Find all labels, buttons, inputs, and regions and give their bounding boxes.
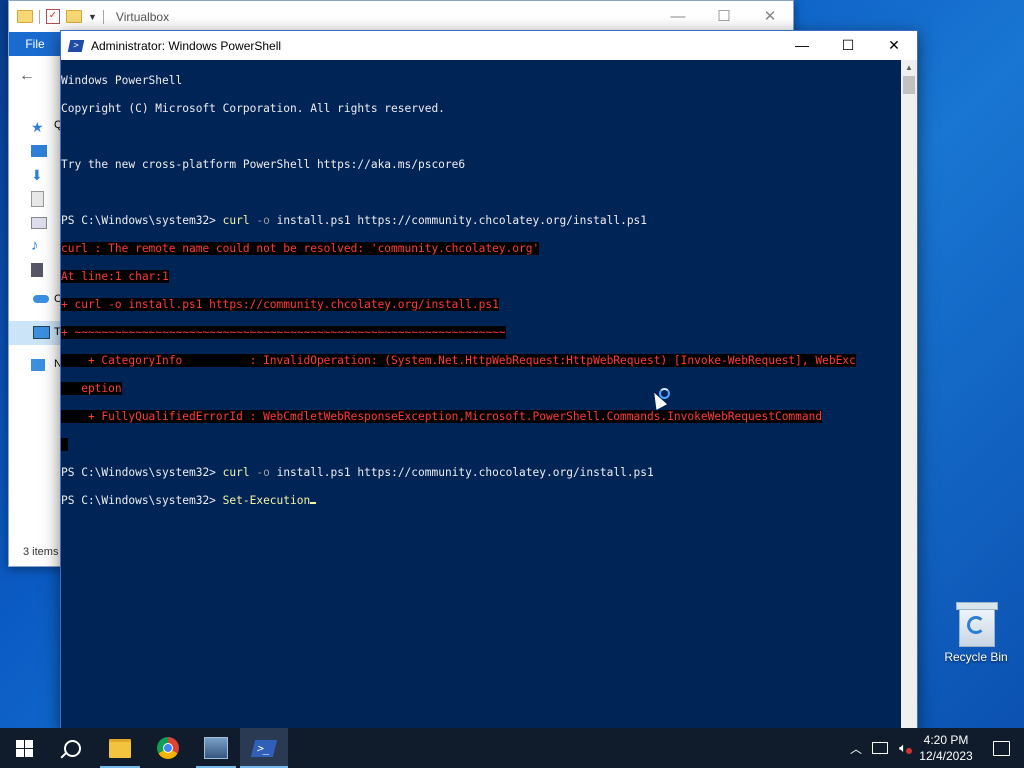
prompt: PS C:\Windows\system32> [61,466,223,479]
separator [39,9,40,24]
error-text: At line:1 char:1 [61,270,169,283]
documents-icon[interactable] [31,191,44,207]
star-icon[interactable]: ★ [31,119,49,135]
videos-icon[interactable] [31,263,43,277]
quick-access-toolbar: ✓ ▼ [9,9,104,24]
clock-time: 4:20 PM [923,733,969,747]
system-tray: ︿ 🔈︎ 4:20 PM 12/4/2023 [844,728,1024,768]
search-button[interactable] [48,728,96,768]
error-line: + FullyQualifiedErrorId : WebCmdletWebRe… [61,410,901,424]
music-icon[interactable]: ♪ [31,237,49,254]
explorer-minimize-button[interactable]: — [655,1,701,32]
separator [102,9,104,24]
taskbar: >_ ︿ 🔈︎ 4:20 PM 12/4/2023 [0,728,1024,768]
error-line [61,438,901,452]
explorer-maximize-button[interactable]: ☐ [701,1,747,32]
current-command-line[interactable]: PS C:\Windows\system32> Set-Execution [61,494,901,508]
typed-command[interactable]: Set-Execution [223,494,311,507]
search-icon [63,739,81,757]
taskbar-chrome[interactable] [144,728,192,768]
recycle-bin[interactable]: Recycle Bin [940,600,1012,664]
error-text: + CategoryInfo : InvalidOperation: (Syst… [61,354,856,367]
action-center-button[interactable] [978,740,1024,756]
command-line: PS C:\Windows\system32> curl -o install.… [61,466,901,480]
clock[interactable]: 4:20 PM 12/4/2023 [914,732,978,764]
new-folder-icon[interactable] [66,10,82,23]
powershell-icon: > [67,39,85,52]
error-line: eption [61,382,901,396]
network-icon[interactable] [31,359,45,371]
prompt: PS C:\Windows\system32> [61,214,223,227]
error-line: At line:1 char:1 [61,270,901,284]
folder-icon[interactable] [17,10,33,23]
taskbar-installer[interactable] [192,728,240,768]
close-button[interactable]: ✕ [871,31,917,60]
scrollbar-thumb[interactable] [903,76,915,94]
console-output[interactable]: Windows PowerShell Copyright (C) Microso… [61,60,901,731]
explorer-titlebar[interactable]: ✓ ▼ Virtualbox — ☐ ✕ [9,1,793,32]
command-args: install.ps1 https://community.chcolatey.… [269,214,648,227]
explorer-title: Virtualbox [115,9,170,24]
chrome-icon [157,737,179,759]
windows-logo-icon [15,739,33,757]
pictures-icon[interactable] [31,217,47,229]
sidebar-item-this-pc[interactable]: T [9,321,61,345]
downloads-icon[interactable]: ⬇ [31,167,49,183]
clock-date: 12/4/2023 [919,749,973,763]
console-line: Try the new cross-platform PowerShell ht… [61,158,466,171]
console-line: Windows PowerShell [61,74,183,87]
taskbar-file-explorer[interactable] [96,728,144,768]
error-line: + CategoryInfo : InvalidOperation: (Syst… [61,354,901,368]
back-arrow-icon[interactable]: ← [19,67,35,85]
customize-toolbar-icon[interactable]: ▼ [88,12,97,22]
console-line: Copyright (C) Microsoft Corporation. All… [61,102,445,115]
error-text: + ~~~~~~~~~~~~~~~~~~~~~~~~~~~~~~~~~~~~~~… [61,326,506,339]
command-name: curl [222,466,250,479]
network-icon[interactable] [868,742,892,754]
command-flag: -o [256,466,270,479]
error-line: + curl -o install.ps1 https://community.… [61,298,901,312]
recycle-bin-label: Recycle Bin [944,650,1008,664]
onedrive-icon[interactable] [33,295,49,303]
command-name: curl [222,214,250,227]
error-text-blank [61,438,68,451]
prompt: PS C:\Windows\system32> [61,494,223,507]
error-line: curl : The remote name could not be reso… [61,242,901,256]
error-text: + curl -o install.ps1 https://community.… [61,298,499,311]
volume-icon[interactable]: 🔈︎ [892,740,914,756]
minimize-button[interactable]: — [779,31,825,60]
recycle-bin-icon [956,602,998,647]
start-button[interactable] [0,728,48,768]
command-line: PS C:\Windows\system32> curl -o install.… [61,214,901,228]
command-flag: -o [256,214,270,227]
navigation-pane: ★ Q ⬇ ♪ O T N [9,111,63,541]
powershell-title: Administrator: Windows PowerShell [91,38,282,53]
powershell-taskbar-icon: >_ [250,739,278,757]
desktop-icon[interactable] [31,145,47,157]
notification-icon [992,740,1010,756]
vertical-scrollbar[interactable]: ▲ [901,60,917,731]
file-tab[interactable]: File [9,32,61,56]
error-text: + FullyQualifiedErrorId : WebCmdletWebRe… [61,410,823,423]
status-bar-item-count: 3 items [23,546,59,558]
taskbar-powershell[interactable]: >_ [240,728,288,768]
properties-icon[interactable]: ✓ [46,9,60,24]
maximize-button[interactable]: ☐ [825,31,871,60]
text-cursor [310,502,317,504]
error-line: + ~~~~~~~~~~~~~~~~~~~~~~~~~~~~~~~~~~~~~~… [61,326,901,340]
error-text: curl : The remote name could not be reso… [61,242,540,255]
file-explorer-icon [109,738,131,758]
scroll-up-arrow-icon[interactable]: ▲ [901,60,917,76]
powershell-titlebar[interactable]: > Administrator: Windows PowerShell — ☐ … [61,31,917,60]
powershell-window[interactable]: > Administrator: Windows PowerShell — ☐ … [60,30,918,732]
installer-icon [204,737,228,759]
command-args: install.ps1 https://community.chocolatey… [269,466,654,479]
error-text: eption [61,382,122,395]
computer-icon [33,326,50,339]
explorer-close-button[interactable]: ✕ [747,1,793,32]
show-hidden-icons-chevron-icon[interactable]: ︿ [844,740,868,757]
